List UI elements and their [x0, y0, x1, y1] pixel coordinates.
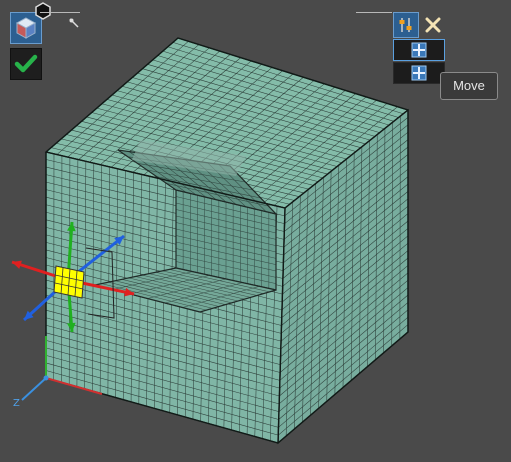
accept-button[interactable]	[10, 48, 42, 80]
close-icon	[425, 17, 441, 33]
triad-origin	[43, 375, 49, 381]
move-cross-icon	[411, 42, 427, 58]
move-cross-icon	[411, 65, 427, 81]
checkmark-icon	[14, 54, 38, 73]
hexagon-icon[interactable]	[34, 2, 52, 20]
panel-divider-left	[40, 12, 80, 13]
move-mode-button-2[interactable]	[393, 62, 445, 84]
close-button[interactable]	[422, 12, 444, 38]
axis-label-z: Z	[13, 398, 20, 409]
move-tooltip: Move	[440, 72, 498, 100]
triad-z-axis	[21, 377, 47, 401]
pin-icon[interactable]	[68, 17, 82, 31]
move-mode-button-1[interactable]	[393, 39, 445, 61]
gizmo-x-neg-head	[12, 260, 22, 269]
panel-divider-right	[356, 12, 392, 13]
settings-sliders-icon	[399, 18, 412, 32]
settings-button[interactable]	[393, 12, 419, 38]
